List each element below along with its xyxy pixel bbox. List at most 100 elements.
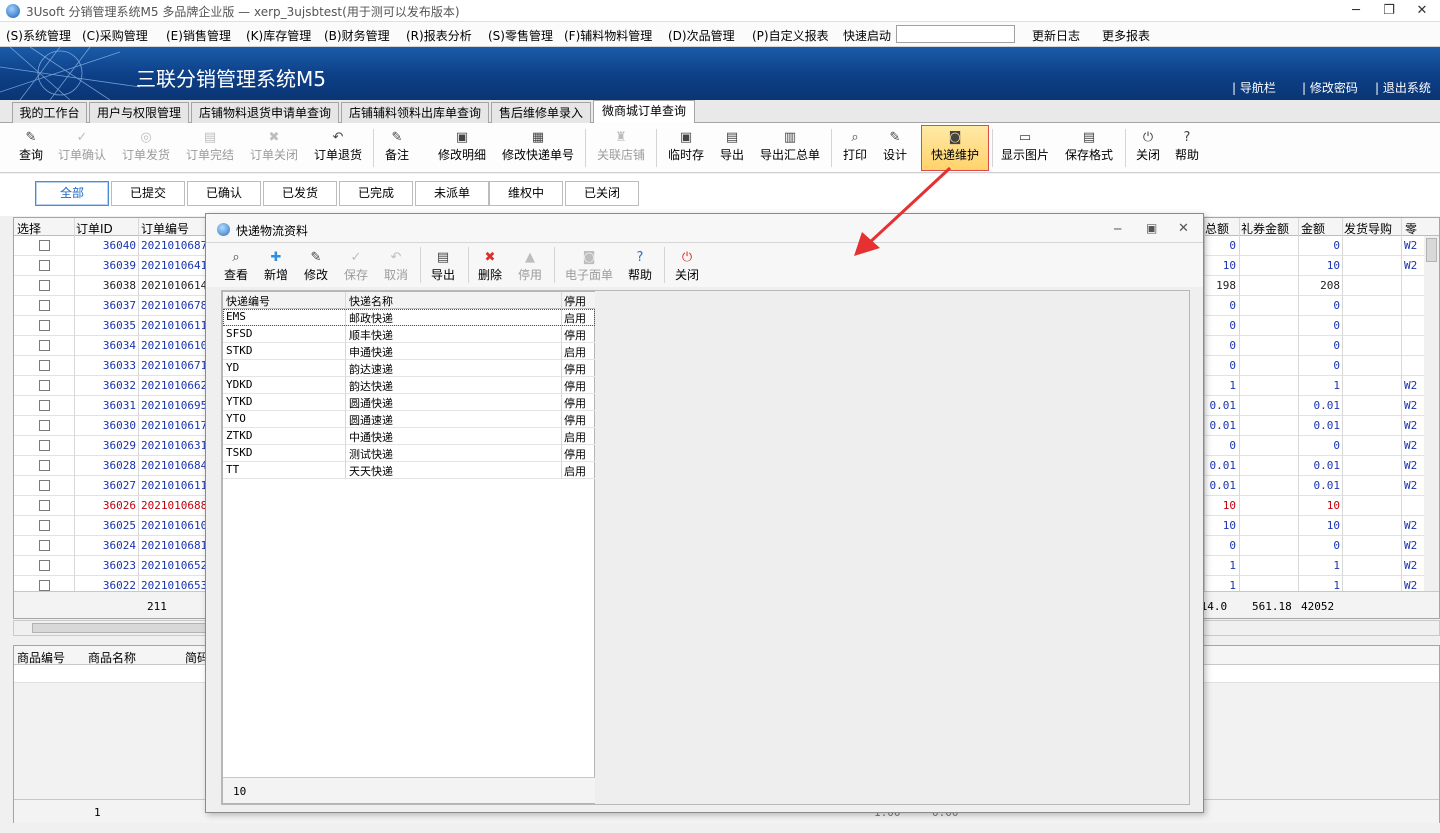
- close-button[interactable]: ⏻ 关闭: [1133, 126, 1163, 170]
- tab-workbench[interactable]: 我的工作台: [12, 102, 87, 123]
- menu-reports[interactable]: (R)报表分析: [406, 27, 472, 44]
- dlg-cancel-button[interactable]: ↶ 取消: [380, 246, 412, 290]
- col-express-name[interactable]: 快递名称: [349, 293, 393, 309]
- menu-materials[interactable]: (F)辅料物料管理: [564, 27, 652, 44]
- filter-closed[interactable]: 已关闭: [565, 181, 639, 206]
- tab-accessory-outbound[interactable]: 店铺辅料领料出库单查询: [341, 102, 489, 123]
- menu-custom-report[interactable]: (P)自定义报表: [752, 27, 829, 44]
- logout-link[interactable]: | 退出系统: [1375, 79, 1431, 96]
- update-log-link[interactable]: 更新日志: [1032, 27, 1080, 44]
- row-checkbox[interactable]: [39, 240, 50, 251]
- filter-all[interactable]: 全部: [35, 181, 109, 206]
- col-product-name[interactable]: 商品名称: [88, 649, 136, 666]
- grid-vscrollbar[interactable]: [1424, 236, 1439, 591]
- filter-submitted[interactable]: 已提交: [111, 181, 185, 206]
- filter-undispatched[interactable]: 未派单: [415, 181, 489, 206]
- row-checkbox[interactable]: [39, 280, 50, 291]
- row-checkbox[interactable]: [39, 500, 50, 511]
- nav-bar-link[interactable]: | 导航栏: [1232, 79, 1276, 96]
- menu-defects[interactable]: (D)次品管理: [668, 27, 735, 44]
- quick-start-input[interactable]: [896, 25, 1015, 43]
- row-checkbox[interactable]: [39, 360, 50, 371]
- minimize-icon[interactable]: ─: [1342, 2, 1370, 20]
- col-order-id[interactable]: 订单ID: [76, 220, 113, 237]
- row-checkbox[interactable]: [39, 400, 50, 411]
- filter-completed[interactable]: 已完成: [339, 181, 413, 206]
- row-checkbox[interactable]: [39, 580, 50, 591]
- row-checkbox[interactable]: [39, 300, 50, 311]
- menu-purchase[interactable]: (C)采购管理: [82, 27, 148, 44]
- confirm-order-button[interactable]: ✓ 订单确认: [54, 126, 110, 170]
- express-row[interactable]: YDKD 韵达快递 停用: [223, 377, 595, 394]
- close-order-button[interactable]: ✖ 订单关闭: [246, 126, 302, 170]
- grid-hscroll-thumb[interactable]: [32, 623, 212, 633]
- col-select[interactable]: 选择: [17, 220, 41, 237]
- show-image-button[interactable]: ▭ 显示图片: [999, 126, 1051, 170]
- dlg-view-button[interactable]: ⌕ 查看: [220, 246, 252, 290]
- dialog-minimize-icon[interactable]: ─: [1114, 222, 1121, 236]
- dlg-edit-button[interactable]: ✎ 修改: [300, 246, 332, 290]
- query-button[interactable]: ✎ 查询: [14, 126, 48, 170]
- tab-material-return[interactable]: 店铺物料退货申请单查询: [191, 102, 339, 123]
- row-checkbox[interactable]: [39, 320, 50, 331]
- col-order-no[interactable]: 订单编号: [141, 220, 189, 237]
- dlg-save-button[interactable]: ✓ 保存: [340, 246, 372, 290]
- tab-wechat-orders[interactable]: 微商城订单查询: [593, 100, 695, 124]
- row-checkbox[interactable]: [39, 480, 50, 491]
- express-row[interactable]: TSKD 测试快递 停用: [223, 445, 595, 462]
- export-summary-button[interactable]: ▥ 导出汇总单: [756, 126, 824, 170]
- row-checkbox[interactable]: [39, 340, 50, 351]
- dlg-close-button[interactable]: ⏻ 关闭: [671, 246, 703, 290]
- row-checkbox[interactable]: [39, 540, 50, 551]
- dlg-ewaybill-button[interactable]: ◙ 电子面单: [561, 246, 617, 290]
- express-row[interactable]: ZTKD 中通快递 启用: [223, 428, 595, 445]
- dlg-add-button[interactable]: ✚ 新增: [260, 246, 292, 290]
- temp-save-button[interactable]: ▣ 临时存: [664, 126, 708, 170]
- col-guide[interactable]: 发货导购: [1344, 220, 1392, 237]
- express-row[interactable]: YTO 圆通速递 停用: [223, 411, 595, 428]
- more-reports-link[interactable]: 更多报表: [1102, 27, 1150, 44]
- menu-retail[interactable]: (S)零售管理: [488, 27, 553, 44]
- menu-inventory[interactable]: (K)库存管理: [246, 27, 311, 44]
- tab-repair-entry[interactable]: 售后维修单录入: [491, 102, 591, 123]
- dialog-restore-icon[interactable]: ▣: [1146, 221, 1157, 235]
- dlg-delete-button[interactable]: ✖ 删除: [474, 246, 506, 290]
- change-password-link[interactable]: | 修改密码: [1302, 79, 1358, 96]
- express-row[interactable]: TT 天天快递 启用: [223, 462, 595, 479]
- save-format-button[interactable]: ▤ 保存格式: [1061, 126, 1117, 170]
- row-checkbox[interactable]: [39, 520, 50, 531]
- col-total[interactable]: 总额: [1205, 220, 1229, 237]
- help-button[interactable]: ? 帮助: [1172, 126, 1202, 170]
- express-row[interactable]: SFSD 顺丰快递 停用: [223, 326, 595, 343]
- filter-shipped[interactable]: 已发货: [263, 181, 337, 206]
- ship-order-button[interactable]: ◎ 订单发货: [118, 126, 174, 170]
- express-row[interactable]: YD 韵达速递 停用: [223, 360, 595, 377]
- express-row[interactable]: YTKD 圆通快递 停用: [223, 394, 595, 411]
- modify-tracking-button[interactable]: ▦ 修改快递单号: [498, 126, 578, 170]
- restore-icon[interactable]: ❐: [1375, 2, 1403, 20]
- col-express-code[interactable]: 快递编号: [226, 293, 270, 309]
- return-order-button[interactable]: ↶ 订单退货: [310, 126, 366, 170]
- row-checkbox[interactable]: [39, 380, 50, 391]
- complete-order-button[interactable]: ▤ 订单完结: [182, 126, 238, 170]
- col-express-status[interactable]: 停用: [564, 293, 586, 309]
- menu-finance[interactable]: (B)财务管理: [324, 27, 390, 44]
- express-row[interactable]: EMS 邮政快递 启用: [223, 309, 595, 326]
- menu-sales[interactable]: (E)销售管理: [166, 27, 231, 44]
- modify-detail-button[interactable]: ▣ 修改明细: [434, 126, 490, 170]
- dlg-export-button[interactable]: ▤ 导出: [427, 246, 459, 290]
- tab-user-permissions[interactable]: 用户与权限管理: [89, 102, 189, 123]
- col-gift[interactable]: 礼券金额: [1241, 220, 1289, 237]
- grid-vscroll-thumb[interactable]: [1426, 238, 1437, 262]
- close-icon[interactable]: ✕: [1408, 2, 1436, 20]
- filter-confirmed[interactable]: 已确认: [187, 181, 261, 206]
- col-amount[interactable]: 金额: [1301, 220, 1325, 237]
- menu-system[interactable]: (S)系统管理: [6, 27, 71, 44]
- col-extra[interactable]: 零: [1405, 220, 1417, 237]
- row-checkbox[interactable]: [39, 560, 50, 571]
- col-sku[interactable]: 商品编号: [17, 649, 65, 666]
- dlg-disable-button[interactable]: ▲ 停用: [514, 246, 546, 290]
- link-store-button[interactable]: ♜ 关联店铺: [593, 126, 649, 170]
- row-checkbox[interactable]: [39, 460, 50, 471]
- dialog-close-icon[interactable]: ✕: [1178, 221, 1189, 236]
